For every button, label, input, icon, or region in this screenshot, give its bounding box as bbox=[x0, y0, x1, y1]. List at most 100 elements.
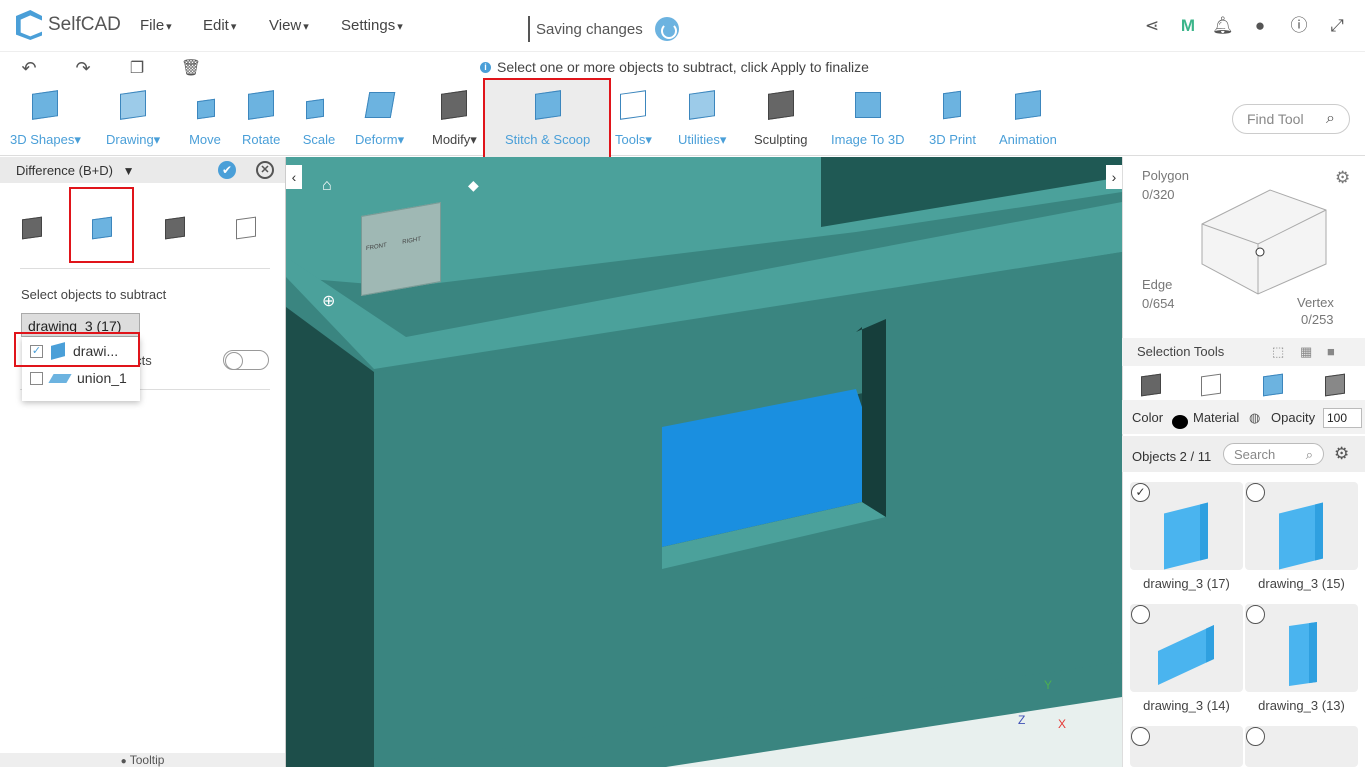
redo-icon[interactable]: ↷ bbox=[72, 58, 94, 79]
tool-utilities[interactable]: Utilities▾ bbox=[678, 88, 726, 148]
tool-scale[interactable]: Scale bbox=[302, 88, 336, 147]
face-mode-icon[interactable] bbox=[1263, 373, 1287, 397]
find-tool-placeholder: Find Tool bbox=[1247, 111, 1304, 127]
stitch-scoop-icon bbox=[531, 88, 565, 124]
find-tool-input[interactable]: Find Tool ⌕ bbox=[1232, 104, 1350, 134]
edge-count: 0/654 bbox=[1142, 296, 1175, 311]
select-all-icon[interactable]: ▦ bbox=[1300, 344, 1312, 360]
color-swatch[interactable] bbox=[1172, 415, 1188, 429]
object-name: drawing_3 (15) bbox=[1258, 576, 1345, 591]
search-icon: ⌕ bbox=[1305, 447, 1313, 462]
mode-union-icon[interactable] bbox=[20, 214, 46, 240]
saving-status: Saving changes bbox=[528, 16, 679, 42]
copy-icon[interactable]: ❐ bbox=[126, 58, 148, 78]
panel-title: Difference (B+D) bbox=[16, 163, 113, 178]
pan-icon[interactable]: ◆ bbox=[468, 177, 479, 194]
tool-animation[interactable]: Animation bbox=[999, 88, 1057, 147]
vertex-count: 0/253 bbox=[1301, 312, 1334, 327]
tool-drawing[interactable]: Drawing▾ bbox=[106, 88, 160, 148]
share-icon[interactable]: ⋖ bbox=[1142, 16, 1162, 36]
material-icon[interactable]: ◍ bbox=[1249, 410, 1260, 426]
tool-image-to-3d[interactable]: Image To 3D bbox=[831, 88, 904, 147]
vertex-mode-icon[interactable] bbox=[1325, 373, 1349, 397]
image-to-3d-icon bbox=[851, 88, 885, 124]
menu-settings[interactable]: Settings bbox=[341, 17, 403, 34]
mode-intersection-icon[interactable] bbox=[163, 214, 189, 240]
tool-3d-shapes[interactable]: 3D Shapes▾ bbox=[10, 88, 81, 148]
sculpting-icon bbox=[764, 88, 798, 124]
info-icon: ● bbox=[120, 756, 127, 767]
opacity-label: Opacity bbox=[1271, 410, 1316, 425]
menu-view[interactable]: View bbox=[269, 17, 309, 34]
m-logo-icon[interactable]: M bbox=[1178, 16, 1198, 36]
edge-mode-icon[interactable] bbox=[1201, 373, 1225, 397]
tools-icon bbox=[616, 88, 650, 124]
left-wall bbox=[286, 307, 374, 767]
user-icon[interactable]: ● bbox=[1250, 16, 1270, 36]
object-select-unchecked[interactable] bbox=[1131, 727, 1150, 746]
object-name: drawing_3 (13) bbox=[1258, 698, 1345, 713]
info-icon[interactable]: ⓘ bbox=[1289, 16, 1309, 36]
tool-tools[interactable]: Tools▾ bbox=[615, 88, 652, 148]
fullscreen-icon[interactable]: ⤢ bbox=[1327, 16, 1347, 36]
object-name: drawing_3 (14) bbox=[1143, 698, 1230, 713]
axis-y: Y bbox=[1044, 678, 1053, 692]
tool-stitch-scoop[interactable]: Stitch & Scoop bbox=[505, 88, 590, 147]
apply-check-icon[interactable]: ✔ bbox=[218, 161, 236, 179]
utilities-icon bbox=[685, 88, 719, 124]
object-mode-icon[interactable] bbox=[1141, 373, 1165, 397]
deform-icon bbox=[363, 88, 397, 124]
3d-print-icon bbox=[935, 88, 969, 124]
bell-icon[interactable]: 🔔︎ bbox=[1212, 16, 1234, 36]
move-icon bbox=[188, 88, 222, 124]
saving-status-text: Saving changes bbox=[536, 20, 643, 38]
object-select-unchecked[interactable] bbox=[1131, 605, 1150, 624]
close-icon[interactable]: ✕ bbox=[256, 161, 274, 179]
settings-gear-icon[interactable]: ⚙ bbox=[1335, 168, 1350, 188]
tool-modify[interactable]: Modify▾ bbox=[432, 88, 477, 148]
scale-icon bbox=[302, 88, 336, 124]
mode-split-icon[interactable] bbox=[234, 214, 260, 240]
home-icon[interactable]: ⌂ bbox=[322, 177, 332, 195]
tool-3d-print[interactable]: 3D Print bbox=[929, 88, 976, 147]
objects-count-label: Objects 2 / 11 bbox=[1132, 449, 1212, 464]
option-union[interactable]: union_1 bbox=[30, 370, 127, 386]
select-box-icon[interactable]: ⬚ bbox=[1272, 344, 1284, 360]
undo-icon[interactable]: ↶ bbox=[18, 58, 40, 79]
object-select-unchecked[interactable] bbox=[1246, 605, 1265, 624]
object-select-unchecked[interactable] bbox=[1246, 483, 1265, 502]
hint-info-icon: i bbox=[480, 61, 491, 73]
trash-icon[interactable]: 🗑︎ bbox=[180, 58, 202, 78]
instruction-hint: i Select one or more objects to subtract… bbox=[480, 59, 869, 75]
edge-label: Edge bbox=[1142, 277, 1173, 292]
panel-header: Difference (B+D) ▼ bbox=[0, 157, 285, 183]
checkbox-unchecked[interactable] bbox=[30, 371, 43, 385]
objects-search-input[interactable]: Search ⌕ bbox=[1223, 443, 1324, 465]
select-object-icon[interactable]: ■ bbox=[1327, 344, 1335, 359]
tooltip-bar[interactable]: ● Tooltip bbox=[0, 753, 285, 767]
mode-difference-icon[interactable] bbox=[90, 214, 116, 240]
tool-sculpting[interactable]: Sculpting bbox=[754, 88, 807, 147]
panel-collapse-icon[interactable]: ▼ bbox=[123, 164, 135, 178]
object-select-unchecked[interactable] bbox=[1246, 727, 1265, 746]
left-panel bbox=[0, 157, 286, 767]
keep-objects-toggle[interactable] bbox=[223, 350, 269, 370]
object-name: drawing_3 (17) bbox=[1143, 576, 1230, 591]
menu-edit[interactable]: Edit bbox=[203, 17, 236, 34]
orbit-icon[interactable]: ⊕ bbox=[322, 291, 335, 311]
collapse-left-icon[interactable]: ‹ bbox=[286, 165, 302, 189]
object-select-checked[interactable]: ✓ bbox=[1131, 483, 1150, 502]
selfcad-logo-icon bbox=[16, 10, 42, 40]
3d-viewport[interactable]: FRONT RIGHT ⌂ ◆ ⊕ ‹ › Y X Z bbox=[286, 157, 1122, 767]
view-cube[interactable]: FRONT RIGHT bbox=[361, 201, 441, 297]
collapse-right-icon[interactable]: › bbox=[1106, 165, 1122, 189]
opacity-input[interactable]: 100 bbox=[1323, 408, 1362, 428]
objects-settings-gear-icon[interactable]: ⚙ bbox=[1334, 444, 1349, 464]
tool-rotate[interactable]: Rotate bbox=[242, 88, 280, 147]
app-name: SelfCAD bbox=[48, 14, 121, 35]
option-highlight bbox=[14, 332, 140, 367]
app-logo[interactable]: SelfCAD bbox=[16, 10, 121, 40]
menu-file[interactable]: File bbox=[140, 17, 172, 34]
tool-deform[interactable]: Deform▾ bbox=[355, 88, 404, 148]
tool-move[interactable]: Move bbox=[188, 88, 222, 147]
